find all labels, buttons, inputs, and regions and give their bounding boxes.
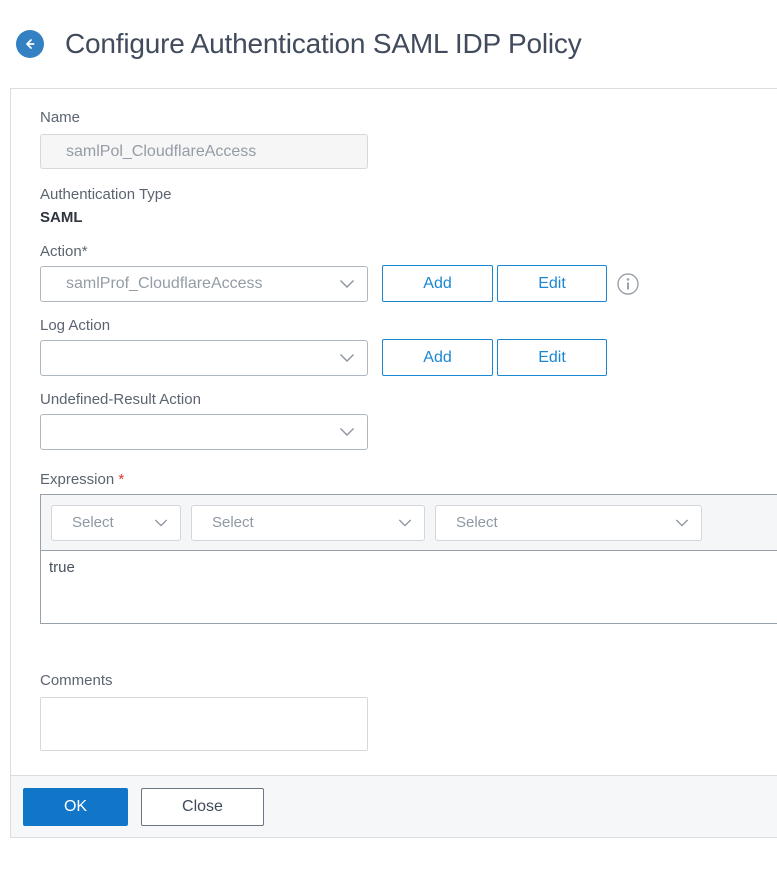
- page-title: Configure Authentication SAML IDP Policy: [65, 28, 582, 59]
- ok-button[interactable]: OK: [23, 787, 128, 826]
- chevron-down-icon: [339, 279, 355, 288]
- log-action-label: Log Action: [40, 317, 111, 334]
- expression-toolbar: Select Select Select: [41, 495, 777, 551]
- auth-type-label: Authentication Type: [40, 186, 172, 203]
- name-input[interactable]: [40, 134, 368, 169]
- form-footer: OK Close: [11, 775, 777, 837]
- expression-select-1[interactable]: Select: [51, 504, 181, 541]
- action-label: Action*: [40, 243, 88, 260]
- back-button[interactable]: [16, 30, 44, 58]
- back-arrow-icon: [22, 36, 38, 52]
- action-select[interactable]: samlProf_CloudflareAccess: [40, 265, 368, 302]
- log-action-add-button[interactable]: Add: [382, 339, 493, 376]
- config-form-panel: Name Authentication Type SAML Action* sa…: [10, 88, 777, 838]
- info-icon[interactable]: [617, 272, 639, 295]
- action-add-button[interactable]: Add: [382, 265, 493, 302]
- expression-select-2[interactable]: Select: [191, 504, 425, 541]
- expression-select-3[interactable]: Select: [435, 504, 702, 541]
- auth-type-value: SAML: [40, 209, 83, 226]
- expression-label: Expression *: [40, 471, 125, 488]
- close-button[interactable]: Close: [141, 787, 264, 826]
- log-action-select[interactable]: [40, 339, 368, 376]
- chevron-down-icon: [339, 428, 355, 437]
- comments-input[interactable]: [40, 697, 368, 751]
- page-header: Configure Authentication SAML IDP Policy: [0, 0, 777, 88]
- chevron-down-icon: [675, 518, 689, 527]
- comments-label: Comments: [40, 672, 113, 689]
- name-label: Name: [40, 109, 81, 126]
- chevron-down-icon: [339, 353, 355, 362]
- undefined-result-action-select[interactable]: [40, 414, 368, 450]
- chevron-down-icon: [398, 518, 412, 527]
- action-edit-button[interactable]: Edit: [497, 265, 607, 302]
- log-action-edit-button[interactable]: Edit: [497, 339, 607, 376]
- expression-input[interactable]: true: [41, 551, 777, 623]
- undefined-result-action-label: Undefined-Result Action: [40, 391, 201, 408]
- chevron-down-icon: [154, 518, 168, 527]
- action-select-value: samlProf_CloudflareAccess: [66, 274, 263, 292]
- required-asterisk: *: [118, 471, 125, 488]
- expression-builder: Select Select Select true: [40, 494, 777, 624]
